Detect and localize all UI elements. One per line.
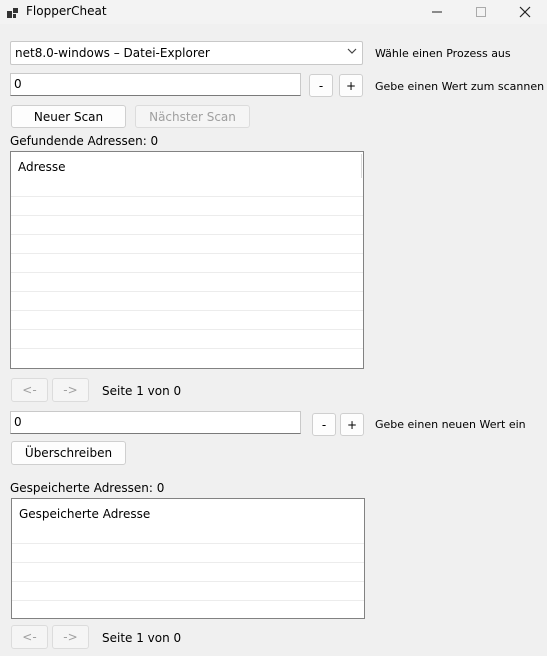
title-bar: FlopperCheat <box>0 0 547 24</box>
overwrite-value-text: 0 <box>14 415 22 429</box>
scan-decrement-label: - <box>318 78 324 93</box>
overwrite-increment-button[interactable]: + <box>340 413 364 436</box>
list-row <box>12 582 364 601</box>
app-icon <box>7 8 18 18</box>
chevron-down-icon <box>347 48 357 54</box>
found-next-label: -> <box>63 383 78 397</box>
list-row <box>11 330 363 349</box>
saved-page-indicator: Seite 1 von 0 <box>102 631 182 645</box>
overwrite-decrement-label: - <box>321 417 327 432</box>
list-row <box>11 235 363 254</box>
process-select[interactable]: net8.0-windows – Datei-Explorer <box>10 41 363 65</box>
next-scan-button[interactable]: Nächster Scan <box>135 105 250 128</box>
found-prev-page-button[interactable]: <- <box>11 378 48 402</box>
close-icon <box>519 6 531 18</box>
list-row <box>11 292 363 311</box>
saved-column-header: Gespeicherte Adresse <box>19 507 151 521</box>
list-row <box>11 216 363 235</box>
overwrite-button[interactable]: Überschreiben <box>11 441 126 465</box>
found-addresses-label: Gefundende Adressen: 0 <box>10 134 159 148</box>
new-scan-button[interactable]: Neuer Scan <box>11 105 126 128</box>
scan-increment-button[interactable]: + <box>339 74 363 97</box>
scan-value-input[interactable]: 0 <box>10 73 301 96</box>
process-label: Wähle einen Prozess aus <box>375 47 511 60</box>
list-row <box>12 544 364 563</box>
maximize-button[interactable] <box>458 0 504 24</box>
close-button[interactable] <box>502 0 547 24</box>
saved-next-label: -> <box>63 630 78 644</box>
column-divider <box>361 154 362 178</box>
overwrite-increment-label: + <box>346 417 358 432</box>
found-next-page-button[interactable]: -> <box>52 378 89 402</box>
saved-addresses-list[interactable]: Gespeicherte Adresse <box>11 498 365 619</box>
process-select-value: net8.0-windows – Datei-Explorer <box>15 46 210 60</box>
minimize-button[interactable] <box>414 0 460 24</box>
found-column-header: Adresse <box>18 160 66 174</box>
saved-prev-page-button[interactable]: <- <box>11 625 48 649</box>
list-row <box>11 197 363 216</box>
window-title: FlopperCheat <box>26 4 107 18</box>
saved-list-header[interactable]: Gespeicherte Adresse <box>12 499 364 544</box>
minimize-icon <box>432 11 442 13</box>
found-list-header[interactable]: Adresse <box>11 152 363 197</box>
new-scan-label: Neuer Scan <box>33 109 104 124</box>
scan-value-text: 0 <box>14 77 22 91</box>
overwrite-hint: Gebe einen neuen Wert ein <box>375 418 526 431</box>
overwrite-decrement-button[interactable]: - <box>312 413 336 436</box>
overwrite-button-label: Überschreiben <box>24 446 113 460</box>
overwrite-value-input[interactable]: 0 <box>10 411 301 434</box>
scan-hint: Gebe einen Wert zum scannen ein <box>375 80 547 93</box>
maximize-icon <box>476 7 486 17</box>
found-page-indicator: Seite 1 von 0 <box>102 384 182 398</box>
list-row <box>12 563 364 582</box>
list-row <box>11 254 363 273</box>
saved-addresses-label: Gespeicherte Adressen: 0 <box>10 481 165 495</box>
saved-prev-label: <- <box>22 630 37 644</box>
found-prev-label: <- <box>22 383 37 397</box>
list-row <box>11 311 363 330</box>
scan-decrement-button[interactable]: - <box>309 74 333 97</box>
scan-increment-label: + <box>345 78 357 93</box>
saved-next-page-button[interactable]: -> <box>52 625 89 649</box>
list-row <box>11 273 363 292</box>
found-addresses-list[interactable]: Adresse <box>10 151 364 369</box>
next-scan-label: Nächster Scan <box>149 109 236 124</box>
